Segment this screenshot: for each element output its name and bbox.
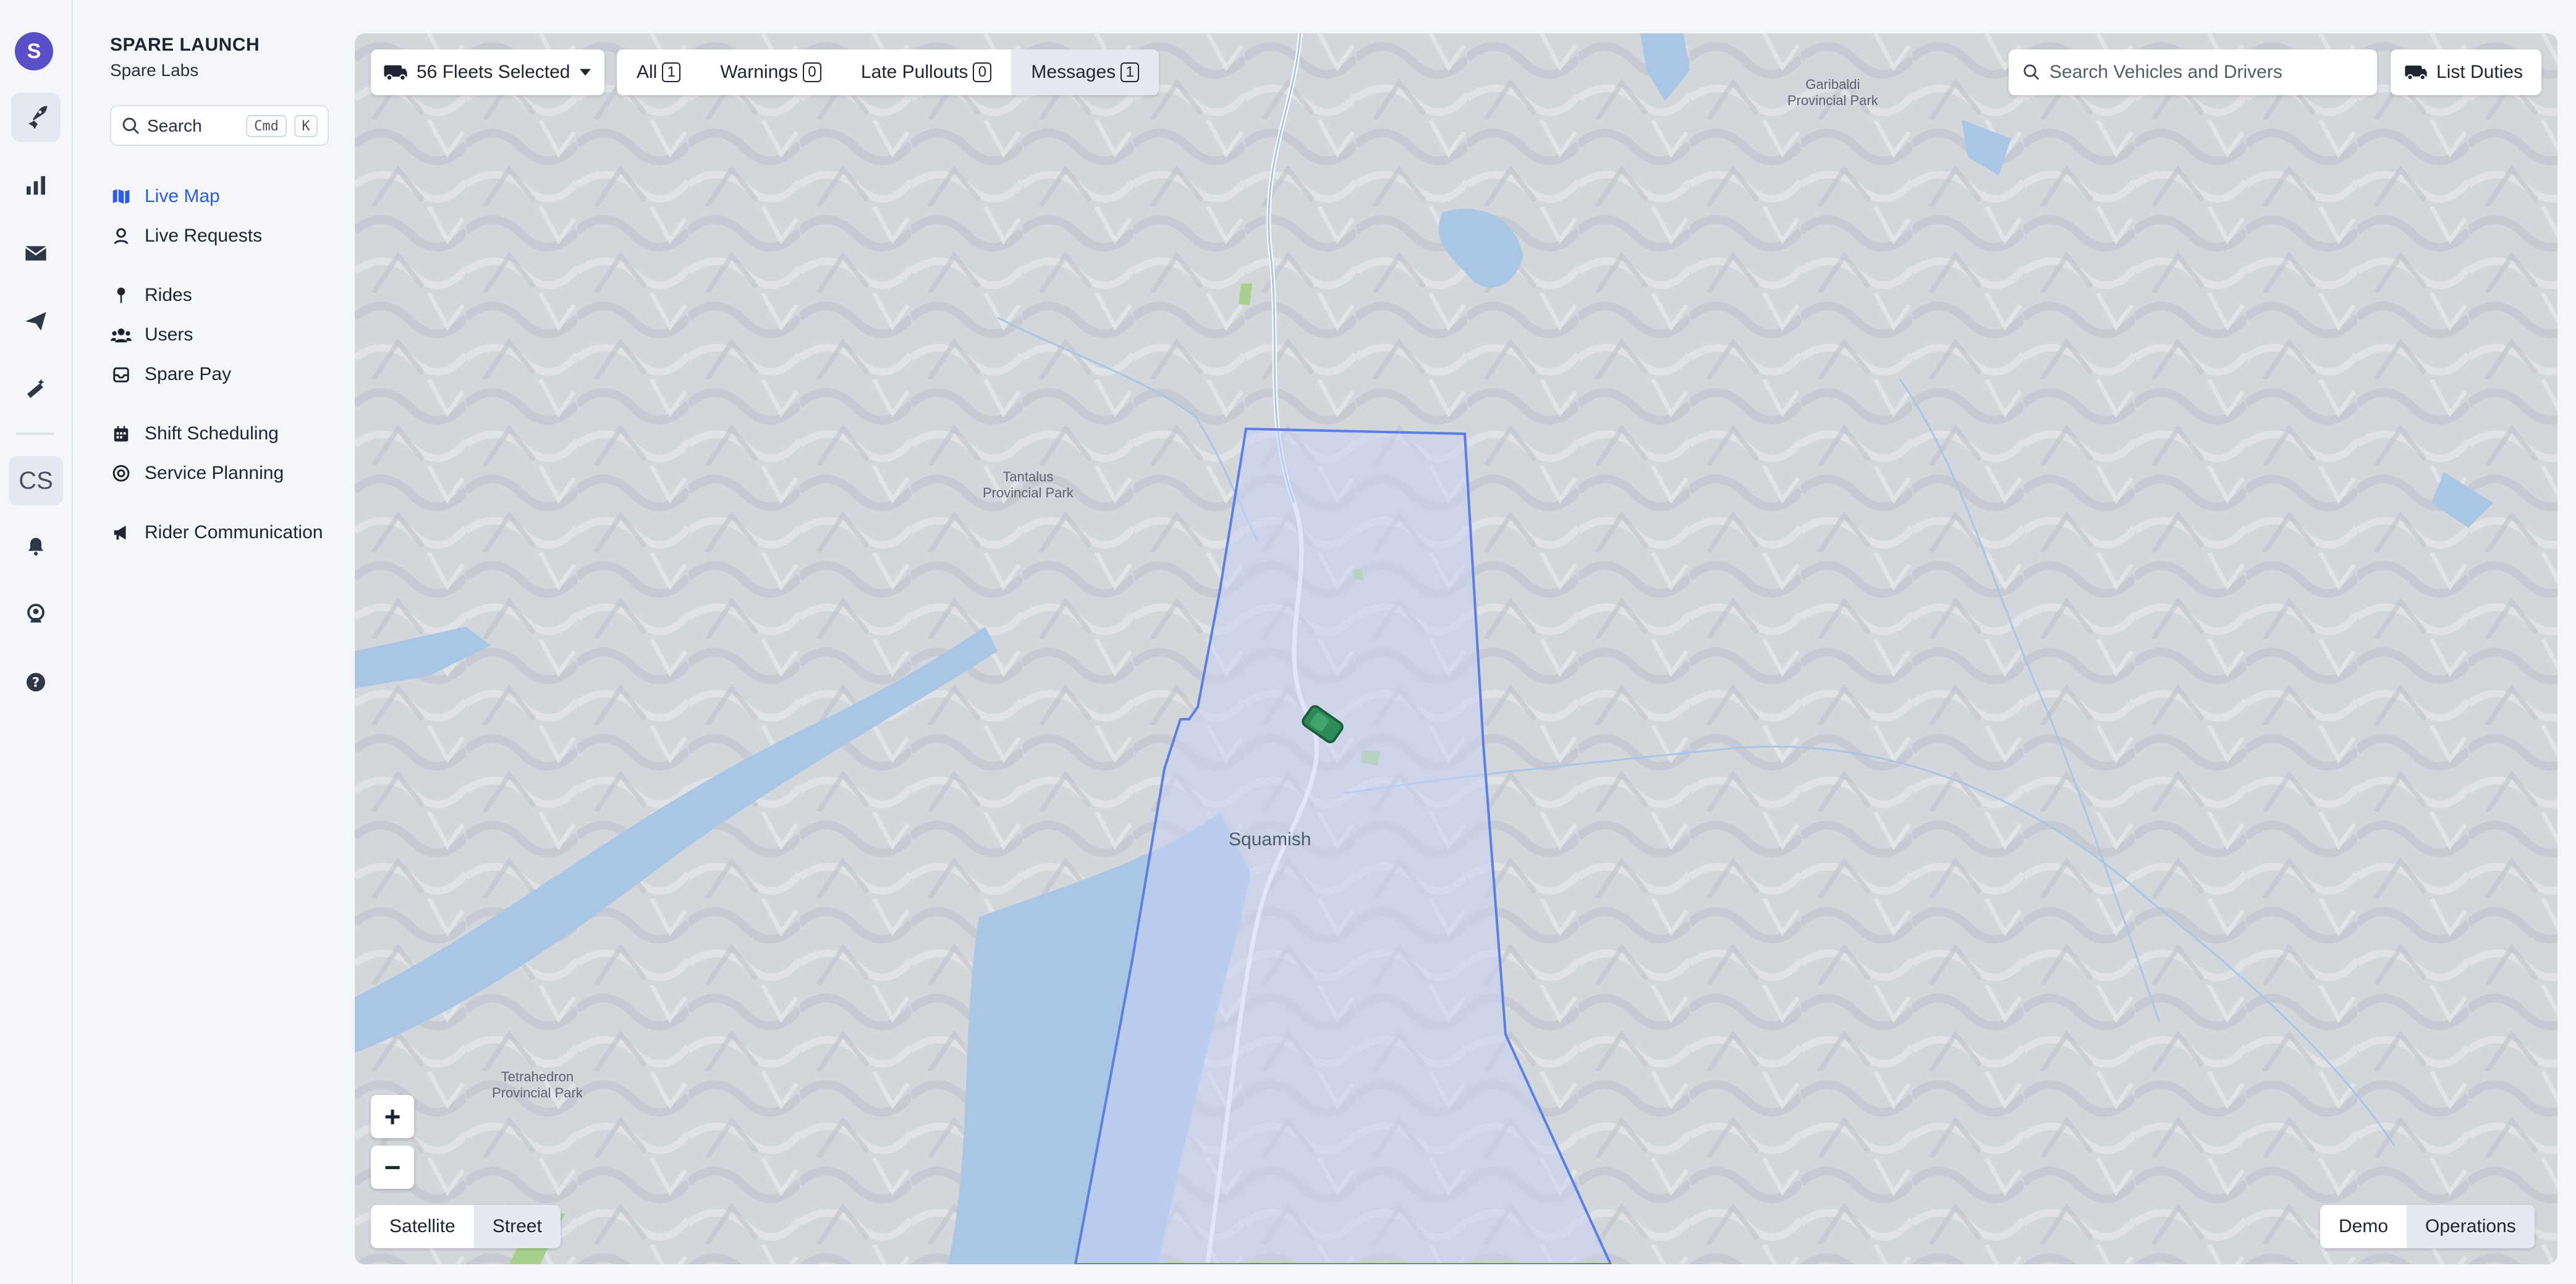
sidebar-item-spare-pay[interactable]: Spare Pay (110, 361, 231, 388)
sidebar-item-label: Rides (145, 285, 192, 305)
bar-chart-icon (23, 173, 48, 201)
search-icon (121, 116, 141, 139)
filter-count-badge: 1 (1121, 62, 1140, 82)
org-logo-letter: S (27, 39, 41, 63)
paper-plane-icon (23, 309, 48, 337)
filter-tab-late-pullouts[interactable]: Late Pullouts 0 (841, 49, 1011, 95)
fleets-label: 56 Fleets Selected (417, 62, 570, 82)
bus-icon (2404, 64, 2428, 81)
workspace-label: CS (19, 467, 53, 494)
sidebar-item-live-requests[interactable]: Live Requests (110, 222, 262, 250)
filter-tab-label: Late Pullouts (860, 62, 968, 82)
layer-street-button[interactable]: Street (473, 1205, 561, 1248)
sidebar-item-label: Service Planning (145, 463, 284, 483)
icon-rail: S CS ? (0, 0, 73, 1284)
mode-label: Demo (2339, 1216, 2389, 1236)
org-title: SPARE LAUNCH (110, 35, 260, 55)
list-duties-label: List Duties (2436, 62, 2523, 82)
workspace-switcher[interactable]: CS (9, 456, 63, 505)
map-label-garibaldi-park: Garibaldi Provincial Park (1787, 77, 1878, 108)
minus-icon: − (384, 1151, 401, 1183)
mode-operations-button[interactable]: Operations (2407, 1205, 2535, 1248)
wallet-icon (110, 363, 132, 386)
calendar-icon (110, 423, 132, 445)
sidebar-item-rides[interactable]: Rides (110, 282, 192, 309)
fleets-selector[interactable]: 56 Fleets Selected (371, 49, 604, 95)
zoom-in-button[interactable]: + (371, 1095, 414, 1138)
target-icon (110, 462, 132, 484)
shortcut-k: K (294, 115, 318, 137)
sidebar-item-label: Live Map (145, 186, 220, 206)
map-canvas[interactable] (355, 33, 2557, 1264)
filter-tab-warnings[interactable]: Warnings 0 (700, 49, 841, 95)
filter-tab-label: Warnings (720, 62, 798, 82)
filter-tab-label: All (637, 62, 658, 82)
sidebar-item-label: Users (145, 324, 193, 345)
layer-label: Satellite (389, 1216, 455, 1236)
org-subtitle: Spare Labs (110, 61, 199, 80)
search-placeholder: Search (147, 116, 202, 135)
filter-tab-messages[interactable]: Messages 1 (1011, 49, 1159, 95)
rail-engage[interactable] (11, 230, 61, 279)
vehicle-search-placeholder: Search Vehicles and Drivers (2049, 62, 2282, 82)
sidebar-item-label: Rider Communication (145, 522, 323, 543)
sidebar-item-label: Shift Scheduling (145, 423, 279, 444)
filter-count-badge: 0 (802, 62, 821, 82)
filter-tab-label: Messages (1031, 62, 1116, 82)
help-icon: ? (25, 671, 47, 696)
live-map[interactable]: Garibaldi Provincial Park Tantalus Provi… (355, 33, 2557, 1264)
magic-wand-icon (23, 377, 48, 405)
sidebar-item-live-map[interactable]: Live Map (110, 183, 220, 210)
rail-tools[interactable] (11, 366, 61, 415)
map-icon (110, 185, 132, 208)
sidebar-item-service-planning[interactable]: Service Planning (110, 460, 284, 487)
filter-tab-all[interactable]: All 1 (617, 49, 700, 95)
person-pin-icon (110, 225, 132, 247)
zoom-out-button[interactable]: − (371, 1146, 414, 1189)
mode-demo-button[interactable]: Demo (2320, 1205, 2407, 1248)
rocket-icon (23, 104, 48, 132)
shortcut-cmd: Cmd (246, 115, 287, 137)
svg-text:?: ? (32, 675, 40, 690)
filter-count-badge: 1 (662, 62, 681, 82)
mode-toggle: Demo Operations (2320, 1205, 2535, 1248)
rail-analytics[interactable] (11, 162, 61, 211)
rail-launch[interactable] (11, 93, 61, 142)
sidebar-item-users[interactable]: Users (110, 321, 193, 348)
rail-help[interactable]: ? (11, 659, 61, 708)
layer-satellite-button[interactable]: Satellite (371, 1205, 474, 1248)
pin-icon (110, 284, 132, 306)
vehicle-search-input[interactable]: Search Vehicles and Drivers (2009, 49, 2377, 95)
rail-notifications[interactable] (11, 523, 61, 572)
rail-divider (16, 433, 54, 435)
global-search[interactable]: Search Cmd K (110, 105, 329, 146)
plus-icon: + (384, 1100, 401, 1133)
bell-icon (25, 535, 47, 560)
envelope-icon (23, 241, 48, 269)
search-icon (2022, 63, 2041, 82)
sidebar-item-label: Spare Pay (145, 364, 232, 384)
megaphone-icon (110, 522, 132, 544)
layer-label: Street (492, 1216, 542, 1236)
map-label-tetrahedron-park: Tetrahedron Provincial Park (492, 1069, 583, 1100)
org-logo[interactable]: S (15, 32, 53, 70)
map-label-tantalus-park: Tantalus Provincial Park (983, 469, 1074, 501)
sidebar-item-label: Live Requests (145, 226, 263, 246)
mode-label: Operations (2425, 1216, 2516, 1236)
rail-account[interactable] (11, 591, 61, 640)
filter-count-badge: 0 (973, 62, 992, 82)
map-layer-toggle: Satellite Street (371, 1205, 561, 1248)
sidebar: SPARE LAUNCH Spare Labs Search Cmd K Liv… (73, 0, 402, 1284)
user-badge-icon (25, 603, 47, 628)
list-duties-button[interactable]: List Duties (2391, 49, 2541, 95)
caret-down-icon (580, 69, 591, 76)
alert-filter-tabs: All 1 Warnings 0 Late Pullouts 0 Messages 1 (617, 49, 1159, 95)
bus-icon (383, 63, 408, 82)
rail-send[interactable] (11, 298, 61, 347)
sidebar-item-rider-communication[interactable]: Rider Communication (110, 519, 323, 546)
sidebar-item-shift-scheduling[interactable]: Shift Scheduling (110, 420, 279, 447)
users-icon (110, 324, 132, 346)
map-label-squamish: Squamish (1229, 829, 1311, 850)
